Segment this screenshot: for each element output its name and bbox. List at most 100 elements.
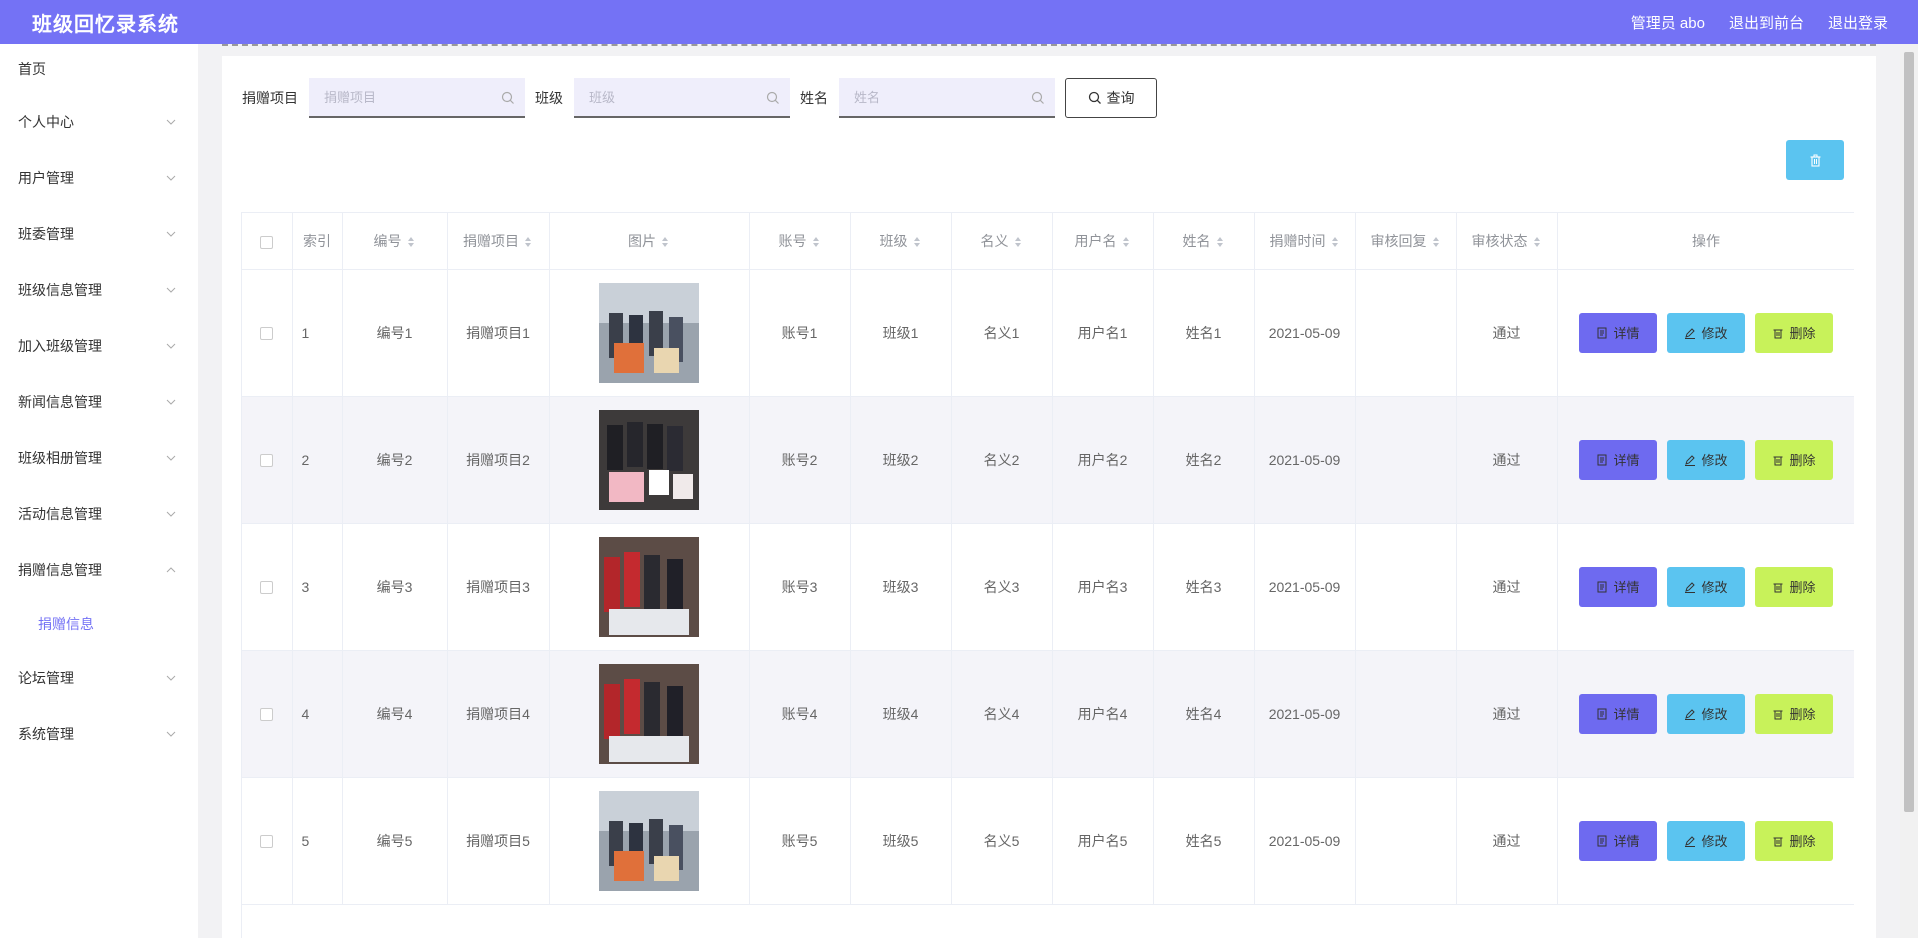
edit-button[interactable]: 修改 xyxy=(1667,566,1745,607)
sidebar-item-join-class-management[interactable]: 加入班级管理 xyxy=(0,318,198,374)
trash-icon xyxy=(1773,583,1783,592)
page-scrollbar[interactable] xyxy=(1900,44,1918,938)
sort-icon xyxy=(913,237,920,248)
cell-username: 用户名4 xyxy=(1052,650,1154,778)
column-header-project[interactable]: 捐赠项目 xyxy=(447,213,550,270)
cell-reply xyxy=(1355,269,1457,397)
cell-project: 捐赠项目4 xyxy=(447,650,550,778)
column-header-reply[interactable]: 审核回复 xyxy=(1355,213,1457,270)
row-checkbox[interactable] xyxy=(260,454,274,468)
cell-image xyxy=(549,777,750,905)
delete-button[interactable]: 删除 xyxy=(1755,566,1833,607)
sidebar-item-news-management[interactable]: 新闻信息管理 xyxy=(0,374,198,430)
column-header-code[interactable]: 编号 xyxy=(342,213,448,270)
sidebar-item-personal-center[interactable]: 个人中心 xyxy=(0,94,198,150)
sidebar-item-home[interactable]: 首页 xyxy=(0,44,198,94)
sidebar-item-label: 新闻信息管理 xyxy=(18,394,102,410)
sort-icon xyxy=(1014,237,1021,248)
cell-account: 账号5 xyxy=(749,777,851,905)
column-header-index: 索引 xyxy=(292,213,343,270)
row-checkbox[interactable] xyxy=(260,327,274,341)
class-search-input[interactable] xyxy=(574,78,790,116)
cell-name: 姓名4 xyxy=(1153,650,1255,778)
chevron-down-icon xyxy=(166,397,176,407)
cell-code: 编号4 xyxy=(342,650,448,778)
donation-photo xyxy=(599,536,699,637)
query-button[interactable]: 查询 xyxy=(1065,78,1157,118)
detail-button[interactable]: 详情 xyxy=(1579,566,1657,607)
exit-to-front-link[interactable]: 退出到前台 xyxy=(1729,12,1804,33)
sidebar-item-donation-management[interactable]: 捐赠信息管理 xyxy=(0,542,198,598)
detail-button[interactable]: 详情 xyxy=(1579,439,1657,480)
sidebar-subitem-donation-info[interactable]: 捐赠信息 xyxy=(0,598,198,650)
sort-icon xyxy=(525,237,531,248)
cell-project: 捐赠项目3 xyxy=(447,523,550,651)
document-icon xyxy=(1597,835,1607,846)
sort-icon xyxy=(812,237,819,248)
cell-index: 3 xyxy=(292,523,343,651)
cell-index: 2 xyxy=(292,396,343,524)
cell-name: 姓名5 xyxy=(1153,777,1255,905)
column-header-status[interactable]: 审核状态 xyxy=(1456,213,1558,270)
edit-button[interactable]: 修改 xyxy=(1667,439,1745,480)
delete-button[interactable]: 删除 xyxy=(1755,312,1833,353)
project-search-input[interactable] xyxy=(309,78,525,116)
cell-nominal: 名义1 xyxy=(951,269,1053,397)
column-header-image[interactable]: 图片 xyxy=(549,213,750,270)
column-header-name[interactable]: 姓名 xyxy=(1153,213,1255,270)
table-row: 2 编号2 捐赠项目2 账号2 班级2 名义2 用户名2 姓名2 2021-05-09 通过 详情修… xyxy=(242,396,1854,524)
cell-time: 2021-05-09 xyxy=(1254,396,1356,524)
edit-icon xyxy=(1685,581,1696,593)
cell-ops: 详情 修改 删除 xyxy=(1557,777,1854,905)
search-icon xyxy=(1031,91,1044,104)
sidebar-item-activity-management[interactable]: 活动信息管理 xyxy=(0,486,198,542)
batch-delete-button[interactable] xyxy=(1786,140,1844,180)
sidebar-item-committee-management[interactable]: 班委管理 xyxy=(0,206,198,262)
column-header-nominal[interactable]: 名义 xyxy=(951,213,1053,270)
detail-button[interactable]: 详情 xyxy=(1579,312,1657,353)
detail-button[interactable]: 详情 xyxy=(1579,693,1657,734)
cell-time: 2021-05-09 xyxy=(1254,269,1356,397)
sidebar-item-album-management[interactable]: 班级相册管理 xyxy=(0,430,198,486)
sort-icon xyxy=(662,237,668,248)
document-icon xyxy=(1597,581,1607,592)
sidebar-item-label: 捐赠信息管理 xyxy=(18,562,102,578)
edit-button[interactable]: 修改 xyxy=(1667,820,1745,861)
cell-account: 账号4 xyxy=(749,650,851,778)
sidebar-item-label: 班委管理 xyxy=(18,226,74,242)
delete-button[interactable]: 删除 xyxy=(1755,693,1833,734)
delete-button[interactable]: 删除 xyxy=(1755,439,1833,480)
sidebar-item-user-management[interactable]: 用户管理 xyxy=(0,150,198,206)
column-header-class[interactable]: 班级 xyxy=(850,213,952,270)
column-header-time[interactable]: 捐赠时间 xyxy=(1254,213,1356,270)
select-all-checkbox[interactable] xyxy=(260,235,274,249)
cell-index: 5 xyxy=(292,777,343,905)
cell-username: 用户名3 xyxy=(1052,523,1154,651)
sidebar-item-forum-management[interactable]: 论坛管理 xyxy=(0,650,198,706)
edit-icon xyxy=(1685,835,1696,847)
sidebar: 首页 个人中心 用户管理 班委管理 班级信息管理 加入班级管理 新闻信息管理 班… xyxy=(0,44,198,938)
edit-button[interactable]: 修改 xyxy=(1667,312,1745,353)
table-header-row: 索引 编号 捐赠项目 图片 账号 班级 名义 用户名 姓名 捐赠时间 审核回复 … xyxy=(242,213,1854,270)
table-row: 3 编号3 捐赠项目3 账号3 班级3 名义3 用户名3 姓名3 2021-05-09 通过 详情修… xyxy=(242,523,1854,651)
logout-link[interactable]: 退出登录 xyxy=(1828,12,1888,33)
column-header-username[interactable]: 用户名 xyxy=(1052,213,1154,270)
admin-user-label[interactable]: 管理员 abo xyxy=(1631,12,1705,33)
detail-button[interactable]: 详情 xyxy=(1579,820,1657,861)
row-checkbox[interactable] xyxy=(260,835,274,849)
sidebar-item-label: 首页 xyxy=(18,61,46,77)
column-header-account[interactable]: 账号 xyxy=(749,213,851,270)
search-icon xyxy=(501,91,514,104)
chevron-down-icon xyxy=(166,173,176,183)
scrollbar-thumb[interactable] xyxy=(1904,52,1914,812)
chevron-down-icon xyxy=(166,341,176,351)
cell-image xyxy=(549,269,750,397)
delete-button[interactable]: 删除 xyxy=(1755,820,1833,861)
row-checkbox[interactable] xyxy=(260,708,274,722)
sidebar-item-system-management[interactable]: 系统管理 xyxy=(0,706,198,762)
document-icon xyxy=(1597,327,1607,338)
sidebar-item-class-info-management[interactable]: 班级信息管理 xyxy=(0,262,198,318)
edit-button[interactable]: 修改 xyxy=(1667,693,1745,734)
row-checkbox[interactable] xyxy=(260,581,274,595)
name-search-input[interactable] xyxy=(839,78,1055,116)
